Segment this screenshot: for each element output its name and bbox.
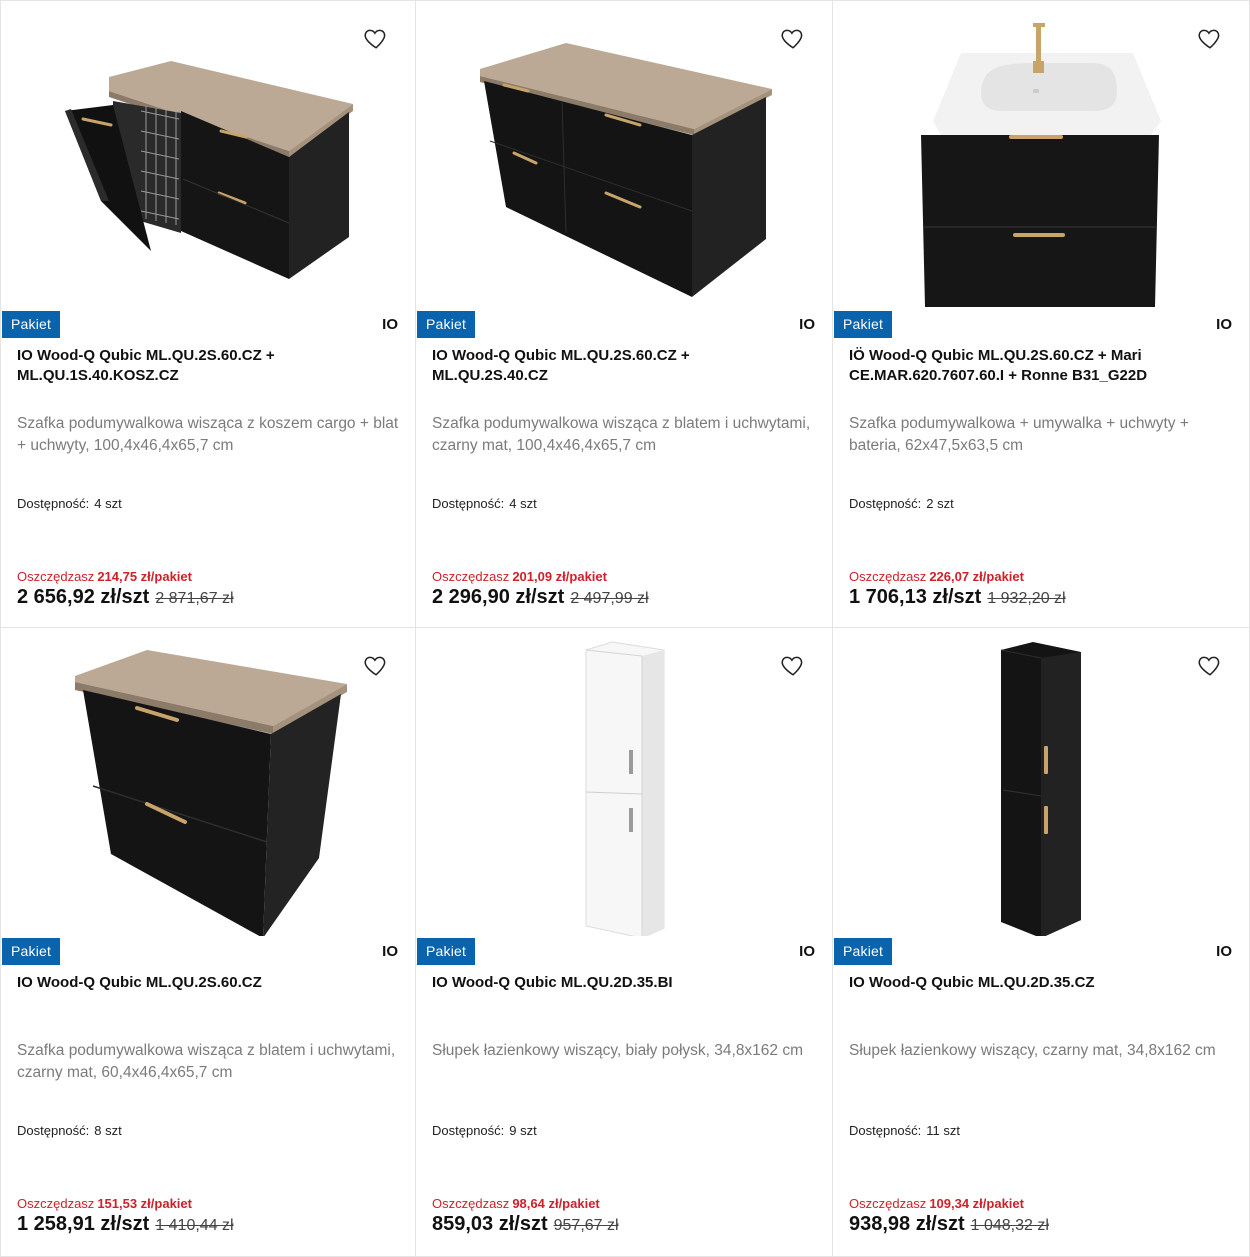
product-title[interactable]: IO Wood-Q Qubic ML.QU.2S.60.CZ + ML.QU.2…: [432, 346, 807, 386]
product-title[interactable]: IO Wood-Q Qubic ML.QU.2D.35.BI: [432, 973, 807, 993]
product-image-cabinet-cargo[interactable]: [1, 1, 415, 309]
heart-icon[interactable]: [1197, 652, 1223, 678]
current-price: 938,98 zł/szt: [849, 1213, 965, 1235]
product-description: Słupek łazienkowy wiszący, biały połysk,…: [432, 1042, 804, 1059]
price-row: 938,98 zł/szt 1 048,32 zł: [849, 1213, 1049, 1236]
heart-icon[interactable]: [1197, 25, 1223, 51]
availability-label: Dostępność:: [17, 496, 90, 511]
availability-label: Dostępność:: [432, 496, 505, 511]
availability-label: Dostępność:: [849, 1123, 922, 1138]
product-description: Szafka podumywalkowa + umywalka + uchwyt…: [849, 415, 1189, 454]
savings: Oszczędzasz 201,09 zł/pakiet: [432, 569, 607, 584]
package-badge: Pakiet: [2, 311, 61, 338]
savings-value: 226,07 zł/pakiet: [929, 569, 1024, 584]
brand-label: IO: [1216, 943, 1232, 960]
savings-label: Oszczędzasz: [849, 1196, 927, 1211]
old-price: 2 497,99 zł: [570, 590, 649, 607]
savings-value: 109,34 zł/pakiet: [929, 1196, 1024, 1211]
availability-value: 9 szt: [509, 1123, 537, 1138]
product-description: Szafka podumywalkowa wisząca z blatem i …: [432, 415, 811, 454]
product-grid: Pakiet IO IO Wood-Q Qubic ML.QU.2S.60.CZ…: [0, 0, 1250, 1257]
product-description: Słupek łazienkowy wiszący, czarny mat, 3…: [849, 1042, 1216, 1059]
product-card[interactable]: Pakiet IO IO Wood-Q Qubic ML.QU.2D.35.BI…: [416, 628, 833, 1257]
current-price: 1 258,91 zł/szt: [17, 1213, 150, 1235]
product-description: Szafka podumywalkowa wisząca z blatem i …: [17, 1042, 396, 1081]
heart-icon[interactable]: [363, 25, 389, 51]
old-price: 1 048,32 zł: [970, 1217, 1049, 1234]
brand-label: IO: [799, 943, 815, 960]
availability-value: 11 szt: [926, 1123, 960, 1138]
heart-icon[interactable]: [780, 25, 806, 51]
availability: Dostępność: 4 szt: [17, 496, 122, 511]
product-description: Szafka podumywalkowa wisząca z koszem ca…: [17, 415, 399, 454]
price-row: 2 656,92 zł/szt 2 871,67 zł: [17, 586, 234, 609]
current-price: 1 706,13 zł/szt: [849, 586, 982, 608]
brand-label: IO: [1216, 316, 1232, 333]
savings-value: 214,75 zł/pakiet: [97, 569, 192, 584]
availability-label: Dostępność:: [17, 1123, 90, 1138]
availability: Dostępność: 11 szt: [849, 1123, 960, 1138]
availability-value: 4 szt: [509, 496, 537, 511]
product-image-cabinet-two-drawers[interactable]: [1, 628, 415, 936]
package-badge: Pakiet: [834, 938, 893, 965]
price-row: 2 296,90 zł/szt 2 497,99 zł: [432, 586, 649, 609]
product-card[interactable]: Pakiet IO IO Wood-Q Qubic ML.QU.2S.60.CZ…: [0, 0, 416, 628]
availability: Dostępność: 9 szt: [432, 1123, 537, 1138]
savings: Oszczędzasz 109,34 zł/pakiet: [849, 1196, 1024, 1211]
package-badge: Pakiet: [417, 938, 476, 965]
heart-icon[interactable]: [780, 652, 806, 678]
availability-label: Dostępność:: [432, 1123, 505, 1138]
product-card[interactable]: Pakiet IO IO Wood-Q Qubic ML.QU.2S.60.CZ…: [416, 0, 833, 628]
product-card[interactable]: Pakiet IO IO Wood-Q Qubic ML.QU.2D.35.CZ…: [833, 628, 1250, 1257]
savings: Oszczędzasz 214,75 zł/pakiet: [17, 569, 192, 584]
product-image-wide-cabinet[interactable]: [416, 1, 832, 309]
savings: Oszczędzasz 151,53 zł/pakiet: [17, 1196, 192, 1211]
savings-label: Oszczędzasz: [17, 569, 95, 584]
savings-label: Oszczędzasz: [17, 1196, 95, 1211]
price-row: 859,03 zł/szt 957,67 zł: [432, 1213, 619, 1236]
savings-label: Oszczędzasz: [432, 1196, 510, 1211]
price-row: 1 258,91 zł/szt 1 410,44 zł: [17, 1213, 234, 1236]
heart-icon[interactable]: [363, 652, 389, 678]
savings-label: Oszczędzasz: [849, 569, 927, 584]
savings-label: Oszczędzasz: [432, 569, 510, 584]
old-price: 1 410,44 zł: [155, 1217, 234, 1234]
product-title[interactable]: IÖ Wood-Q Qubic ML.QU.2S.60.CZ + Mari CE…: [849, 346, 1224, 386]
availability: Dostępność: 8 szt: [17, 1123, 122, 1138]
availability-value: 8 szt: [94, 1123, 122, 1138]
product-title[interactable]: IO Wood-Q Qubic ML.QU.2S.60.CZ + ML.QU.1…: [17, 346, 392, 386]
old-price: 1 932,20 zł: [987, 590, 1066, 607]
brand-label: IO: [382, 943, 398, 960]
brand-label: IO: [799, 316, 815, 333]
package-badge: Pakiet: [834, 311, 893, 338]
product-title[interactable]: IO Wood-Q Qubic ML.QU.2S.60.CZ: [17, 973, 392, 993]
current-price: 2 296,90 zł/szt: [432, 586, 565, 608]
availability-value: 4 szt: [94, 496, 122, 511]
savings-value: 151,53 zł/pakiet: [97, 1196, 192, 1211]
package-badge: Pakiet: [417, 311, 476, 338]
current-price: 2 656,92 zł/szt: [17, 586, 150, 608]
product-card[interactable]: Pakiet IO IO Wood-Q Qubic ML.QU.2S.60.CZ…: [0, 628, 416, 1257]
product-card[interactable]: Pakiet IO IÖ Wood-Q Qubic ML.QU.2S.60.CZ…: [833, 0, 1250, 628]
savings-value: 98,64 zł/pakiet: [512, 1196, 600, 1211]
product-image-black-column[interactable]: [833, 628, 1249, 936]
product-title[interactable]: IO Wood-Q Qubic ML.QU.2D.35.CZ: [849, 973, 1224, 993]
current-price: 859,03 zł/szt: [432, 1213, 548, 1235]
availability: Dostępność: 2 szt: [849, 496, 954, 511]
savings: Oszczędzasz 98,64 zł/pakiet: [432, 1196, 600, 1211]
price-row: 1 706,13 zł/szt 1 932,20 zł: [849, 586, 1066, 609]
product-image-white-column[interactable]: [416, 628, 832, 936]
package-badge: Pakiet: [2, 938, 61, 965]
brand-label: IO: [382, 316, 398, 333]
savings-value: 201,09 zł/pakiet: [512, 569, 607, 584]
old-price: 2 871,67 zł: [155, 590, 234, 607]
availability: Dostępność: 4 szt: [432, 496, 537, 511]
old-price: 957,67 zł: [553, 1217, 619, 1234]
availability-label: Dostępność:: [849, 496, 922, 511]
savings: Oszczędzasz 226,07 zł/pakiet: [849, 569, 1024, 584]
product-image-cabinet-sink[interactable]: [833, 1, 1249, 309]
availability-value: 2 szt: [926, 496, 954, 511]
